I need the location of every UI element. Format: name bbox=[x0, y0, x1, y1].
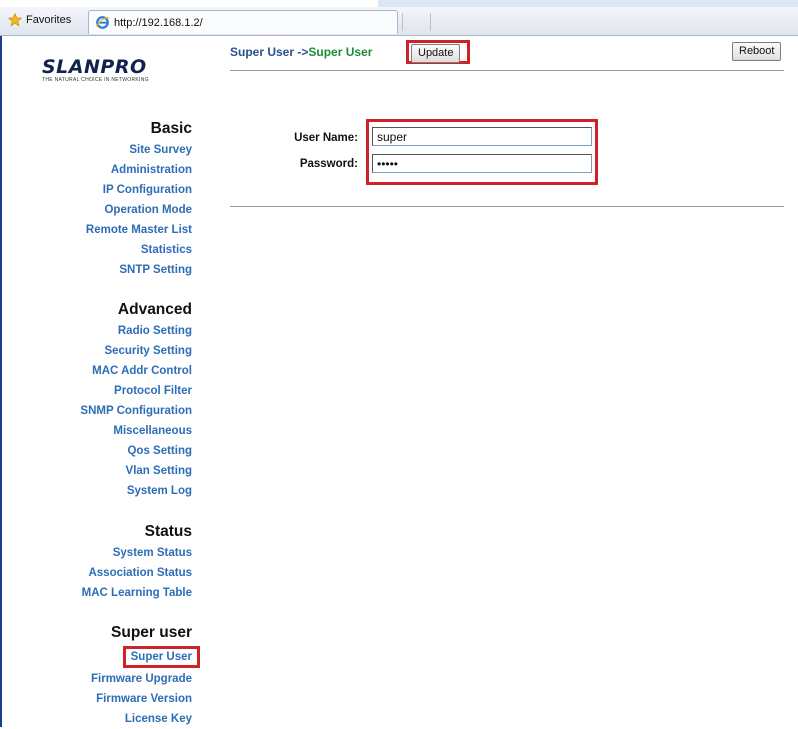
nav-mac-addr-control[interactable]: MAC Addr Control bbox=[80, 361, 192, 381]
nav-mac-learning-table[interactable]: MAC Learning Table bbox=[82, 583, 192, 603]
nav-operation-mode[interactable]: Operation Mode bbox=[86, 200, 192, 220]
header-divider bbox=[230, 70, 784, 71]
nav-security-setting[interactable]: Security Setting bbox=[80, 341, 192, 361]
nav-snmp-configuration[interactable]: SNMP Configuration bbox=[80, 401, 192, 421]
nav-sntp-setting[interactable]: SNTP Setting bbox=[86, 260, 192, 280]
nav-qos-setting[interactable]: Qos Setting bbox=[80, 441, 192, 461]
favorites-bar: Favorites http://192.168.1.2/ bbox=[0, 7, 798, 36]
nav-firmware-upgrade[interactable]: Firmware Upgrade bbox=[91, 669, 192, 689]
nav-statistics[interactable]: Statistics bbox=[86, 240, 192, 260]
tab-separator bbox=[430, 13, 431, 31]
nav-system-status[interactable]: System Status bbox=[82, 543, 192, 563]
nav-remote-master-list[interactable]: Remote Master List bbox=[86, 220, 192, 240]
reboot-button[interactable]: Reboot bbox=[732, 42, 782, 61]
update-button[interactable]: Update bbox=[411, 44, 461, 63]
star-icon bbox=[8, 13, 22, 27]
browser-tab[interactable]: http://192.168.1.2/ bbox=[88, 10, 398, 34]
sidebar: SLANPRO THE NATURAL CHOICE IN NETWORKING… bbox=[0, 36, 210, 727]
nav-administration[interactable]: Administration bbox=[86, 160, 192, 180]
nav-heading-basic: Basic bbox=[150, 120, 192, 137]
logo: SLANPRO THE NATURAL CHOICE IN NETWORKING bbox=[42, 56, 202, 96]
nav-license-key[interactable]: License Key bbox=[91, 709, 192, 729]
nav-protocol-filter[interactable]: Protocol Filter bbox=[80, 381, 192, 401]
nav-heading-superuser: Super user bbox=[111, 624, 192, 641]
top-strip bbox=[0, 0, 798, 7]
username-label: User Name: bbox=[294, 132, 358, 144]
nav-firmware-version[interactable]: Firmware Version bbox=[91, 689, 192, 709]
password-input[interactable] bbox=[372, 154, 592, 173]
nav-section-basic: Basic Site Survey Administration IP Conf… bbox=[86, 120, 192, 280]
ie-icon bbox=[95, 16, 110, 29]
logo-tagline: THE NATURAL CHOICE IN NETWORKING bbox=[42, 77, 149, 83]
favorites-button[interactable]: Favorites bbox=[8, 13, 71, 27]
nav-miscellaneous[interactable]: Miscellaneous bbox=[80, 421, 192, 441]
breadcrumb: Super User ->Super User bbox=[230, 45, 372, 59]
nav-section-superuser: Super user Super User Firmware Upgrade F… bbox=[91, 624, 200, 729]
password-label: Password: bbox=[299, 158, 358, 170]
nav-section-status: Status System Status Association Status … bbox=[82, 523, 192, 603]
nav-site-survey[interactable]: Site Survey bbox=[86, 140, 192, 160]
nav-section-advanced: Advanced Radio Setting Security Setting … bbox=[80, 301, 192, 501]
logo-text: SLANPRO bbox=[42, 56, 147, 78]
nav-ip-configuration[interactable]: IP Configuration bbox=[86, 180, 192, 200]
main-content: Super User ->Super User Update Reboot Us… bbox=[210, 36, 798, 727]
nav-super-user[interactable]: Super User bbox=[122, 646, 200, 668]
nav-association-status[interactable]: Association Status bbox=[82, 563, 192, 583]
favorites-label: Favorites bbox=[26, 14, 72, 26]
username-input[interactable] bbox=[372, 127, 592, 146]
tab-separator bbox=[402, 13, 403, 31]
nav-system-log[interactable]: System Log bbox=[80, 481, 192, 501]
nav-heading-status: Status bbox=[144, 523, 192, 540]
breadcrumb-parent: Super User -> bbox=[230, 45, 309, 59]
nav-radio-setting[interactable]: Radio Setting bbox=[80, 321, 192, 341]
breadcrumb-current: Super User bbox=[308, 45, 373, 59]
form-divider bbox=[230, 206, 784, 207]
nav-vlan-setting[interactable]: Vlan Setting bbox=[80, 461, 192, 481]
tab-url: http://192.168.1.2/ bbox=[114, 16, 203, 29]
nav-heading-advanced: Advanced bbox=[117, 301, 192, 318]
